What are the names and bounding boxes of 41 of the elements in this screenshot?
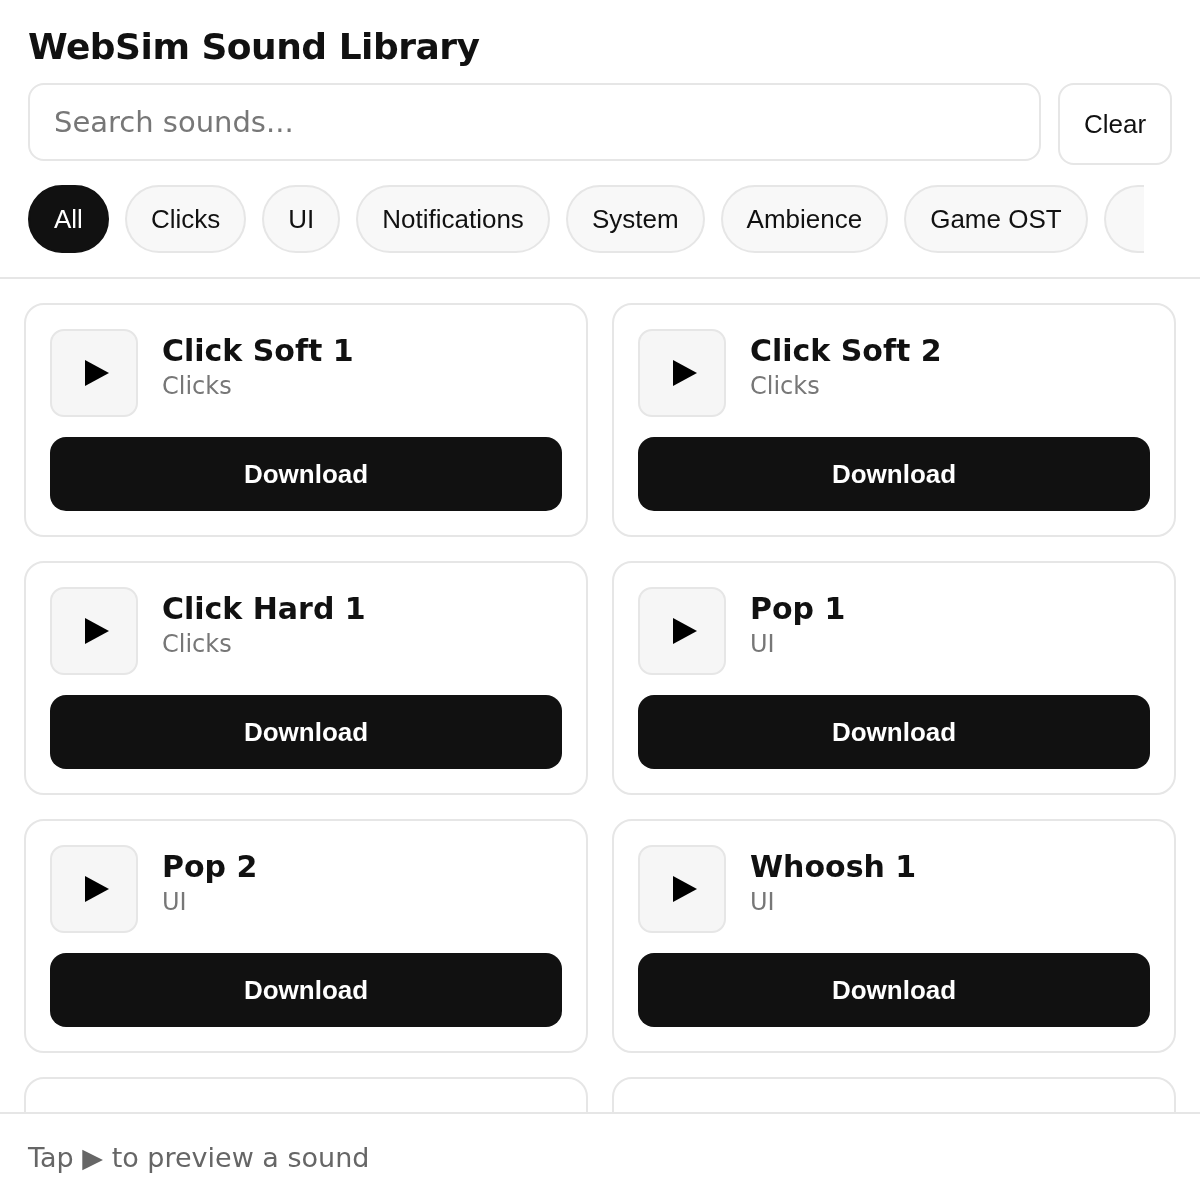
play-icon	[672, 617, 698, 645]
play-icon	[672, 359, 698, 387]
download-button[interactable]: Download	[50, 437, 562, 511]
sound-name: Click Soft 2	[750, 332, 942, 368]
play-button[interactable]	[638, 845, 726, 933]
play-button[interactable]	[50, 587, 138, 675]
download-button[interactable]: Download	[638, 695, 1150, 769]
sound-name: Pop 1	[750, 590, 846, 626]
category-chip[interactable]: Game OST	[904, 185, 1088, 253]
category-chip[interactable]: Ambience	[720, 185, 889, 253]
play-icon	[84, 617, 110, 645]
sound-category: Clicks	[750, 371, 821, 400]
sound-category: UI	[750, 887, 776, 916]
download-button[interactable]: Download	[50, 695, 562, 769]
play-icon	[84, 875, 110, 903]
play-icon	[672, 875, 698, 903]
category-chip[interactable]: Notifications	[356, 185, 550, 253]
clear-button[interactable]: Clear	[1058, 83, 1172, 165]
sound-category: UI	[750, 629, 776, 658]
sound-category: Clicks	[162, 371, 233, 400]
play-icon	[84, 359, 110, 387]
page-title: WebSim Sound Library	[28, 26, 481, 67]
category-chip[interactable]: Clicks	[124, 185, 247, 253]
category-chip[interactable]: All	[28, 185, 109, 253]
play-button[interactable]	[638, 329, 726, 417]
sound-name: Click Soft 1	[162, 332, 354, 368]
download-button[interactable]: Download	[638, 953, 1150, 1027]
category-chip[interactable]: System	[565, 185, 705, 253]
sound-name: Pop 2	[162, 848, 258, 884]
sound-name: Whoosh 1	[750, 848, 917, 884]
play-button[interactable]	[50, 845, 138, 933]
category-chip[interactable]: UI	[262, 185, 341, 253]
download-button[interactable]: Download	[638, 437, 1150, 511]
hint-text: Tap ▶ to preview a sound	[28, 1141, 370, 1173]
sound-category: Clicks	[162, 629, 233, 658]
play-button[interactable]	[50, 329, 138, 417]
download-button[interactable]: Download	[50, 953, 562, 1027]
sound-category: UI	[162, 887, 188, 916]
search-field[interactable]: Search sounds...	[28, 83, 1041, 161]
sound-name: Click Hard 1	[162, 590, 366, 626]
play-button[interactable]	[638, 587, 726, 675]
